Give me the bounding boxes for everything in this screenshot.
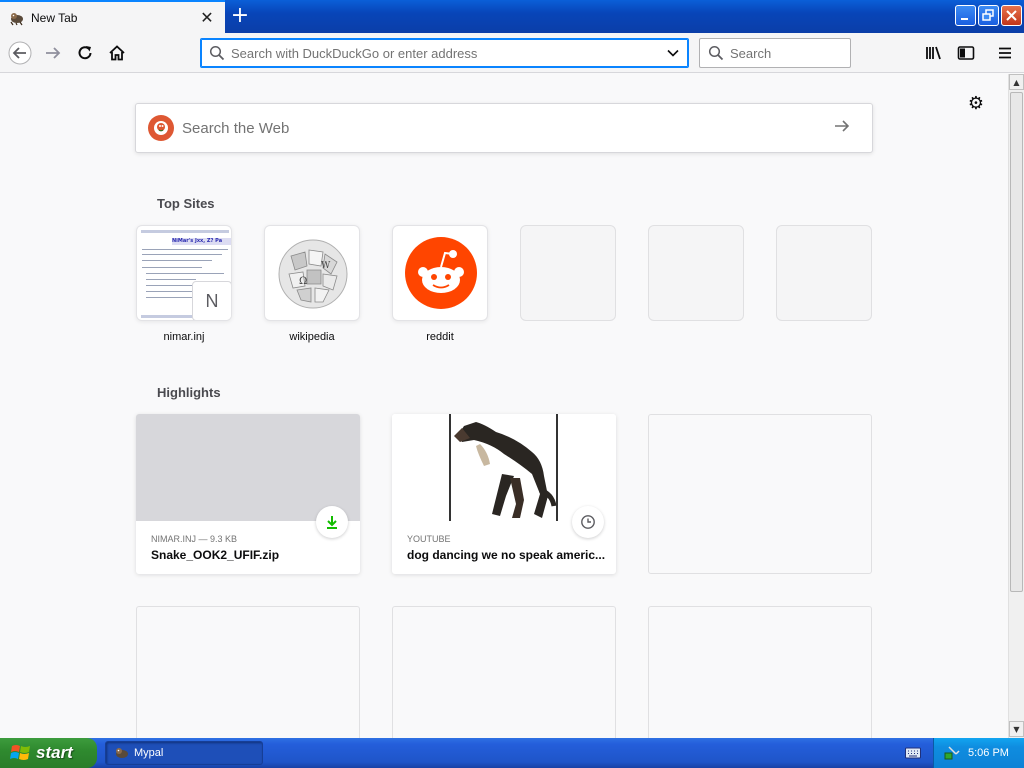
empty-site-placeholder [648, 225, 744, 321]
highlight-card-empty [648, 606, 872, 738]
highlight-title: Snake_OOK2_UFIF.zip [151, 548, 280, 562]
highlight-card-empty [392, 606, 616, 738]
top-site-nimar[interactable]: NiMar's Jxx, Z? Pa N nimar.inj [136, 225, 232, 343]
minimize-button[interactable] [955, 5, 976, 26]
sidebar-icon [957, 46, 975, 60]
reload-button[interactable] [73, 41, 97, 65]
address-bar[interactable]: Search with DuckDuckGo or enter address [200, 38, 689, 68]
back-button[interactable] [8, 41, 32, 65]
highlight-card-empty [648, 414, 872, 574]
close-window-button[interactable] [1001, 5, 1022, 26]
settings-gear-icon[interactable]: ⚙ [966, 94, 986, 114]
clock-icon [572, 506, 604, 538]
home-icon [109, 45, 125, 61]
top-sites-heading: Top Sites [157, 196, 215, 211]
chevron-down-icon[interactable] [666, 46, 680, 60]
highlight-title: dog dancing we no speak americ... [407, 548, 606, 562]
web-search-box[interactable]: Search the Web [135, 103, 873, 153]
top-site-empty [776, 225, 872, 321]
search-icon [209, 45, 225, 61]
library-icon [926, 46, 941, 60]
top-site-thumbnail [392, 225, 488, 321]
scroll-thumb[interactable] [1010, 92, 1023, 592]
highlight-meta: NIMAR.INJ — 9.3 KB [151, 534, 238, 544]
scroll-down-icon[interactable]: ▼ [1009, 721, 1024, 737]
back-arrow-icon [8, 41, 32, 65]
top-site-label: reddit [426, 331, 454, 343]
home-button[interactable] [105, 41, 129, 65]
scroll-up-icon[interactable]: ▲ [1009, 74, 1024, 90]
wikipedia-globe-icon: Ω W [278, 239, 348, 309]
vertical-scrollbar[interactable]: ▲ ▼ [1008, 74, 1024, 738]
taskbar: start Mypal 5:06 PM [0, 738, 1024, 768]
keyboard-icon[interactable] [905, 746, 921, 760]
site-letter-badge: N [192, 281, 231, 320]
duckduckgo-logo-icon [148, 115, 174, 141]
start-label: start [36, 743, 73, 762]
minimize-icon [961, 18, 968, 20]
svg-text:Ω: Ω [299, 276, 307, 287]
search-bar-placeholder: Search [730, 45, 772, 61]
network-icon[interactable] [944, 745, 960, 761]
windows-logo-icon [10, 745, 30, 760]
top-site-empty [648, 225, 744, 321]
menu-button[interactable] [993, 41, 1017, 65]
tab-title: New Tab [31, 10, 78, 25]
close-tab-icon[interactable]: ✕ [199, 9, 215, 26]
search-icon [708, 45, 724, 61]
library-button[interactable] [922, 41, 946, 65]
top-site-thumbnail: NiMar's Jxx, Z? Pa N [136, 225, 232, 321]
empty-site-placeholder [776, 225, 872, 321]
taskbar-item-label: Mypal [134, 747, 164, 759]
address-bar-placeholder: Search with DuckDuckGo or enter address [231, 45, 478, 61]
top-site-label: nimar.inj [163, 331, 205, 343]
top-site-empty [520, 225, 616, 321]
empty-site-placeholder [520, 225, 616, 321]
highlight-card-youtube[interactable]: YOUTUBE dog dancing we no speak americ..… [392, 414, 616, 574]
svg-text:W: W [321, 261, 331, 271]
forward-arrow-icon [46, 47, 61, 59]
highlights-heading: Highlights [157, 385, 221, 400]
taskbar-item-mypal[interactable]: Mypal [105, 741, 263, 765]
top-site-thumbnail: Ω W [264, 225, 360, 321]
hamburger-menu-icon [999, 47, 1011, 59]
mypal-icon [10, 12, 23, 25]
mypal-icon [116, 748, 128, 758]
dog-video-thumbnail [449, 414, 558, 521]
highlight-preview [136, 414, 360, 521]
new-tab-button[interactable]: + [229, 5, 251, 27]
highlight-preview [392, 414, 616, 521]
sidebar-button[interactable] [954, 41, 978, 65]
start-button[interactable]: start [0, 738, 97, 768]
arrow-right-icon[interactable] [832, 116, 856, 141]
restore-icon [982, 9, 994, 21]
download-icon [316, 506, 348, 538]
forward-button[interactable] [41, 41, 65, 65]
close-icon [1006, 10, 1017, 21]
new-tab-page: ⚙ Search the Web Top Sites NiMar's Jxx, … [0, 74, 1008, 738]
title-bar: New Tab ✕ + [0, 0, 1024, 33]
highlight-meta: YOUTUBE [407, 534, 451, 544]
restore-button[interactable] [978, 5, 999, 26]
highlight-card-download[interactable]: NIMAR.INJ — 9.3 KB Snake_OOK2_UFIF.zip [136, 414, 360, 574]
system-tray: 5:06 PM [933, 738, 1024, 768]
navigation-bar: Search with DuckDuckGo or enter address … [0, 33, 1024, 73]
web-search-placeholder: Search the Web [182, 119, 290, 137]
highlight-card-empty [136, 606, 360, 738]
clock: 5:06 PM [968, 747, 1009, 759]
top-site-reddit[interactable]: reddit [392, 225, 488, 343]
tab-new-tab[interactable]: New Tab ✕ [0, 0, 225, 33]
reload-icon [78, 46, 92, 60]
top-site-label: wikipedia [289, 331, 335, 343]
reddit-logo-icon [405, 237, 477, 309]
search-bar[interactable]: Search [699, 38, 851, 68]
top-site-wikipedia[interactable]: Ω W wikipedia [264, 225, 360, 343]
